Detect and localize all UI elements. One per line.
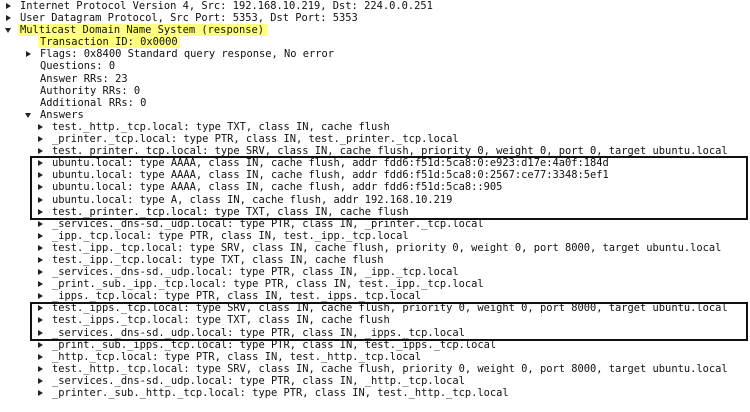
collapsed-arrow-icon[interactable] bbox=[24, 48, 34, 60]
tree-row[interactable]: _ipp._tcp.local: type PTR, class IN, tes… bbox=[0, 230, 750, 242]
collapsed-arrow-icon[interactable] bbox=[36, 351, 46, 363]
tree-row[interactable]: _printer._sub._http._tcp.local: type PTR… bbox=[0, 387, 750, 399]
tree-row[interactable]: test._http._tcp.local: type TXT, class I… bbox=[0, 121, 750, 133]
collapsed-arrow-icon[interactable] bbox=[36, 181, 46, 193]
collapsed-arrow-icon[interactable] bbox=[36, 121, 46, 133]
collapsed-arrow-icon[interactable] bbox=[36, 157, 46, 169]
tree-row[interactable]: _print._sub._ipps._tcp.local: type PTR, … bbox=[0, 339, 750, 351]
tree-row-label: ubuntu.local: type AAAA, class IN, cache… bbox=[52, 181, 503, 194]
tree-row-label: _print._sub._ipps._tcp.local: type PTR, … bbox=[52, 338, 497, 351]
tree-row[interactable]: Authority RRs: 0 bbox=[0, 85, 750, 97]
tree-row[interactable]: _services._dns-sd._udp.local: type PTR, … bbox=[0, 327, 750, 339]
tree-row[interactable]: _printer._tcp.local: type PTR, class IN,… bbox=[0, 133, 750, 145]
collapsed-arrow-icon[interactable] bbox=[36, 363, 46, 375]
tree-row-label: ubuntu.local: type A, class IN, cache fl… bbox=[52, 193, 453, 206]
collapsed-arrow-icon[interactable] bbox=[36, 133, 46, 145]
tree-row[interactable]: test._printer._tcp.local: type SRV, clas… bbox=[0, 145, 750, 157]
tree-row[interactable]: test._ipp._tcp.local: type TXT, class IN… bbox=[0, 254, 750, 266]
tree-row[interactable]: Flags: 0x8400 Standard query response, N… bbox=[0, 48, 750, 60]
collapsed-arrow-icon[interactable] bbox=[36, 327, 46, 339]
tree-row[interactable]: _http._tcp.local: type PTR, class IN, te… bbox=[0, 351, 750, 363]
collapsed-arrow-icon[interactable] bbox=[36, 302, 46, 314]
tree-row-label: _services._dns-sd._udp.local: type PTR, … bbox=[52, 217, 484, 230]
collapsed-arrow-icon[interactable] bbox=[4, 0, 14, 12]
tree-row-label: Answers bbox=[40, 108, 84, 121]
collapsed-arrow-icon[interactable] bbox=[36, 230, 46, 242]
tree-row[interactable]: ubuntu.local: type AAAA, class IN, cache… bbox=[0, 157, 750, 169]
tree-row[interactable]: Answer RRs: 23 bbox=[0, 73, 750, 85]
tree-row-label: Questions: 0 bbox=[40, 60, 116, 73]
tree-row-label: User Datagram Protocol, Src Port: 5353, … bbox=[20, 12, 358, 25]
tree-row[interactable]: _services._dns-sd._udp.local: type PTR, … bbox=[0, 266, 750, 278]
tree-row-label: Internet Protocol Version 4, Src: 192.16… bbox=[20, 0, 433, 12]
expanded-arrow-icon[interactable] bbox=[4, 24, 14, 36]
tree-row-label: Transaction ID: 0x0000 bbox=[40, 36, 178, 49]
tree-row-label: _services._dns-sd._udp.local: type PTR, … bbox=[52, 326, 465, 339]
tree-row-label: _services._dns-sd._udp.local: type PTR, … bbox=[52, 266, 459, 279]
collapsed-arrow-icon[interactable] bbox=[36, 314, 46, 326]
collapsed-arrow-icon[interactable] bbox=[36, 194, 46, 206]
collapsed-arrow-icon[interactable] bbox=[36, 254, 46, 266]
packet-details-tree: Internet Protocol Version 4, Src: 192.16… bbox=[0, 0, 750, 399]
collapsed-arrow-icon[interactable] bbox=[36, 242, 46, 254]
collapsed-arrow-icon[interactable] bbox=[36, 145, 46, 157]
tree-row-label: Multicast Domain Name System (response) bbox=[20, 24, 264, 37]
tree-row[interactable]: test._ipps._tcp.local: type TXT, class I… bbox=[0, 314, 750, 326]
tree-row[interactable]: ubuntu.local: type AAAA, class IN, cache… bbox=[0, 181, 750, 193]
tree-row[interactable]: _ipps._tcp.local: type PTR, class IN, te… bbox=[0, 290, 750, 302]
tree-row[interactable]: Multicast Domain Name System (response) bbox=[0, 24, 750, 37]
tree-row[interactable]: Answers bbox=[0, 109, 750, 121]
tree-row[interactable]: Transaction ID: 0x0000 bbox=[0, 36, 750, 49]
tree-row-label: _print._sub._ipp._tcp.local: type PTR, c… bbox=[52, 278, 484, 291]
tree-row[interactable]: _services._dns-sd._udp.local: type PTR, … bbox=[0, 218, 750, 230]
tree-row-label: _printer._tcp.local: type PTR, class IN,… bbox=[52, 133, 459, 146]
tree-row-label: Additional RRs: 0 bbox=[40, 96, 147, 109]
tree-row-label: Answer RRs: 23 bbox=[40, 72, 128, 85]
tree-row-label: test._http._tcp.local: type TXT, class I… bbox=[52, 120, 390, 133]
collapsed-arrow-icon[interactable] bbox=[36, 387, 46, 399]
tree-row[interactable]: test._http._tcp.local: type SRV, class I… bbox=[0, 363, 750, 375]
collapsed-arrow-icon[interactable] bbox=[36, 278, 46, 290]
tree-row-label: test._printer._tcp.local: type TXT, clas… bbox=[52, 205, 409, 218]
tree-row[interactable]: test._printer._tcp.local: type TXT, clas… bbox=[0, 206, 750, 218]
collapsed-arrow-icon[interactable] bbox=[36, 266, 46, 278]
tree-row-label: test._ipp._tcp.local: type SRV, class IN… bbox=[52, 241, 722, 254]
expanded-arrow-icon[interactable] bbox=[24, 109, 34, 121]
tree-row-label: _http._tcp.local: type PTR, class IN, te… bbox=[52, 350, 422, 363]
collapsed-arrow-icon[interactable] bbox=[36, 218, 46, 230]
tree-row-label: _printer._sub._http._tcp.local: type PTR… bbox=[52, 387, 509, 399]
tree-row-label: test._ipps._tcp.local: type SRV, class I… bbox=[52, 302, 728, 315]
tree-row-label: test._ipps._tcp.local: type TXT, class I… bbox=[52, 314, 390, 327]
tree-row[interactable]: test._ipp._tcp.local: type SRV, class IN… bbox=[0, 242, 750, 254]
tree-row[interactable]: test._ipps._tcp.local: type SRV, class I… bbox=[0, 302, 750, 314]
tree-row-label: Flags: 0x8400 Standard query response, N… bbox=[40, 48, 335, 61]
collapsed-arrow-icon[interactable] bbox=[4, 12, 14, 24]
collapsed-arrow-icon[interactable] bbox=[36, 339, 46, 351]
tree-row-label: ubuntu.local: type AAAA, class IN, cache… bbox=[52, 157, 609, 170]
tree-row-label: test._ipp._tcp.local: type TXT, class IN… bbox=[52, 253, 384, 266]
tree-row[interactable]: Additional RRs: 0 bbox=[0, 97, 750, 109]
tree-row[interactable]: _print._sub._ipp._tcp.local: type PTR, c… bbox=[0, 278, 750, 290]
tree-row-label: ubuntu.local: type AAAA, class IN, cache… bbox=[52, 169, 609, 182]
collapsed-arrow-icon[interactable] bbox=[36, 206, 46, 218]
tree-row[interactable]: ubuntu.local: type A, class IN, cache fl… bbox=[0, 194, 750, 206]
tree-row-label: test._http._tcp.local: type SRV, class I… bbox=[52, 362, 728, 375]
collapsed-arrow-icon[interactable] bbox=[36, 290, 46, 302]
tree-row[interactable]: Questions: 0 bbox=[0, 60, 750, 72]
tree-row-label: _ipp._tcp.local: type PTR, class IN, tes… bbox=[52, 229, 409, 242]
tree-row-label: _services._dns-sd._udp.local: type PTR, … bbox=[52, 374, 465, 387]
collapsed-arrow-icon[interactable] bbox=[36, 169, 46, 181]
tree-row[interactable]: _services._dns-sd._udp.local: type PTR, … bbox=[0, 375, 750, 387]
tree-row-label: test._printer._tcp.local: type SRV, clas… bbox=[52, 145, 728, 158]
tree-row[interactable]: Internet Protocol Version 4, Src: 192.16… bbox=[0, 0, 750, 12]
tree-row[interactable]: User Datagram Protocol, Src Port: 5353, … bbox=[0, 12, 750, 24]
collapsed-arrow-icon[interactable] bbox=[36, 375, 46, 387]
tree-row[interactable]: ubuntu.local: type AAAA, class IN, cache… bbox=[0, 169, 750, 181]
tree-row-label: _ipps._tcp.local: type PTR, class IN, te… bbox=[52, 290, 422, 303]
tree-row-label: Authority RRs: 0 bbox=[40, 84, 141, 97]
